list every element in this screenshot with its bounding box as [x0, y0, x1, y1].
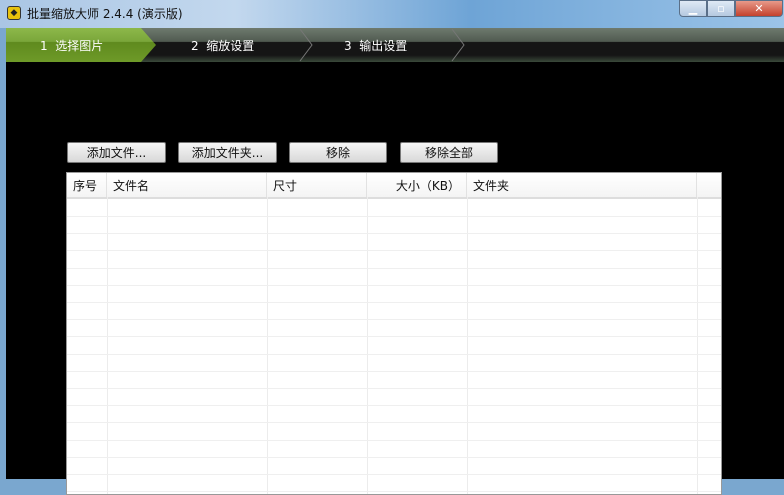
step-label: 选择图片	[55, 39, 104, 53]
app-icon: ◆	[7, 6, 21, 20]
grid-line	[67, 405, 721, 407]
chevron-right-icon	[451, 28, 465, 62]
column-folder[interactable]: 文件夹	[467, 173, 697, 197]
grid-line	[67, 319, 721, 321]
maximize-button[interactable]: ▫	[707, 0, 735, 17]
chevron-right-icon	[299, 28, 313, 62]
step-label: 输出设置	[359, 39, 408, 53]
step-number: 1	[40, 39, 48, 53]
window-title: 批量缩放大师 2.4.4 (演示版)	[27, 7, 183, 21]
column-index[interactable]: 序号	[67, 173, 107, 197]
grid-line	[67, 233, 721, 235]
table-header: 序号 文件名 尺寸 大小（KB） 文件夹	[67, 173, 721, 199]
grid-line	[67, 491, 721, 493]
grid-line	[67, 474, 721, 475]
column-filename[interactable]: 文件名	[107, 173, 267, 197]
grid-line	[67, 267, 721, 269]
step-output-settings[interactable]: 3 输出设置	[344, 28, 407, 62]
grid-line	[67, 439, 721, 441]
grid-line	[67, 250, 721, 252]
grid-line	[67, 336, 721, 338]
title-bar: ◆ 批量缩放大师 2.4.4 (演示版) ▁ ▫ ✕	[0, 0, 784, 28]
grid-line	[697, 197, 698, 494]
grid-line	[67, 370, 721, 372]
grid-line	[67, 353, 721, 355]
grid-line	[367, 197, 368, 494]
grid-line	[67, 456, 721, 458]
remove-button[interactable]: 移除	[289, 142, 387, 163]
step-select-images[interactable]: 1 选择图片	[6, 28, 156, 62]
grid-line	[107, 197, 108, 494]
grid-line	[467, 197, 468, 494]
close-button[interactable]: ✕	[735, 0, 783, 17]
file-table[interactable]: 序号 文件名 尺寸 大小（KB） 文件夹	[66, 172, 722, 495]
content-area: 添加文件... 添加文件夹... 移除 移除全部 序号 文件名 尺寸 大小（KB…	[6, 62, 784, 495]
add-folder-button[interactable]: 添加文件夹...	[178, 142, 277, 163]
minimize-button[interactable]: ▁	[679, 0, 707, 17]
column-filler	[697, 173, 721, 197]
step-number: 2	[191, 39, 199, 53]
grid-line	[67, 284, 721, 286]
step-resize-settings[interactable]: 2 缩放设置	[191, 28, 254, 62]
grid-line	[67, 388, 721, 389]
grid-line	[67, 216, 721, 217]
main-window: 1 选择图片 2 缩放设置 3 输出设置 添加文件... 添加文件夹... 移除…	[6, 28, 784, 495]
grid-line	[267, 197, 268, 494]
wizard-steps: 1 选择图片 2 缩放设置 3 输出设置	[6, 28, 784, 62]
grid-line	[67, 302, 721, 303]
column-size[interactable]: 大小（KB）	[367, 173, 467, 197]
remove-all-button[interactable]: 移除全部	[400, 142, 498, 163]
grid-line	[67, 422, 721, 424]
add-files-button[interactable]: 添加文件...	[67, 142, 166, 163]
column-dimensions[interactable]: 尺寸	[267, 173, 367, 197]
step-label: 缩放设置	[206, 39, 255, 53]
step-number: 3	[344, 39, 352, 53]
